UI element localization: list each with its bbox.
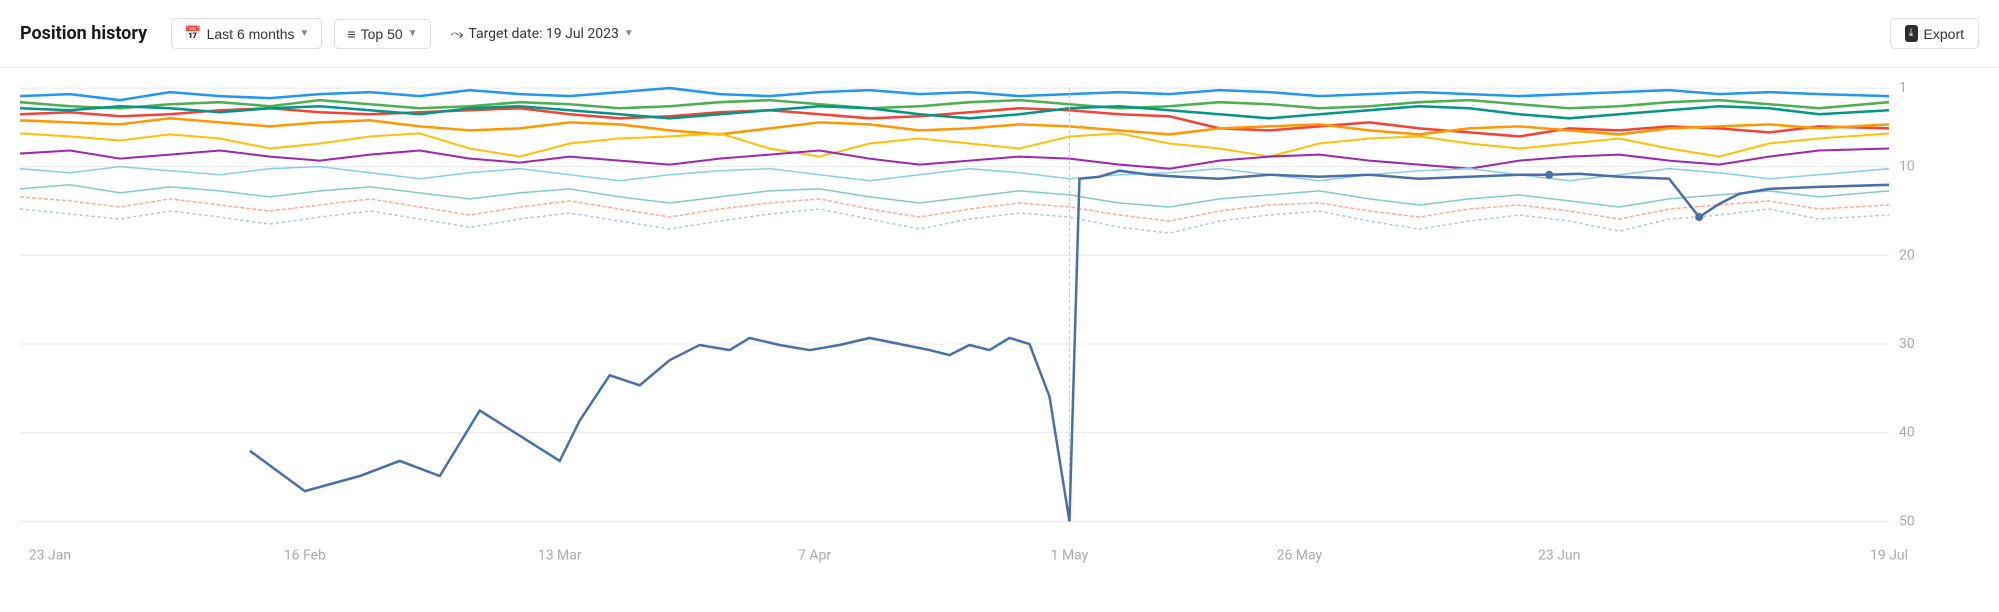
target-date-button[interactable]: ⤳ Target date: 19 Jul 2023 ▼ xyxy=(443,18,642,50)
svg-text:23 Jun: 23 Jun xyxy=(1538,548,1580,564)
top-chevron-icon: ▼ xyxy=(408,28,418,39)
period-chevron-icon: ▼ xyxy=(300,28,310,39)
svg-text:19 Jul: 19 Jul xyxy=(1870,548,1908,564)
svg-text:7 Apr: 7 Apr xyxy=(798,548,831,564)
page-title: Position history xyxy=(20,23,147,44)
svg-text:20: 20 xyxy=(1899,247,1915,263)
export-icon: ⤓ xyxy=(1905,25,1918,42)
period-label: Last 6 months xyxy=(207,26,295,42)
top-filter-button[interactable]: ≡ Top 50 ▼ xyxy=(334,19,430,49)
chart-area: 1 10 20 30 40 50 23 Jan 16 Feb 13 Mar 7 … xyxy=(0,68,1999,612)
svg-text:10: 10 xyxy=(1899,159,1915,175)
svg-text:50: 50 xyxy=(1899,513,1915,529)
export-label: Export xyxy=(1924,26,1964,42)
target-label: Target date: 19 Jul 2023 xyxy=(468,26,619,42)
top-icon: ≡ xyxy=(347,26,355,42)
svg-text:1: 1 xyxy=(1899,80,1907,96)
target-chevron-icon: ▼ xyxy=(624,28,634,39)
position-history-chart: 1 10 20 30 40 50 23 Jan 16 Feb 13 Mar 7 … xyxy=(20,78,1939,572)
main-container: Position history 📅 Last 6 months ▼ ≡ Top… xyxy=(0,0,1999,599)
svg-text:40: 40 xyxy=(1899,425,1915,441)
svg-text:1 May: 1 May xyxy=(1051,548,1089,564)
top-label: Top 50 xyxy=(361,26,403,42)
export-button[interactable]: ⤓ Export xyxy=(1890,18,1979,49)
trend-icon: ⤳ xyxy=(451,24,464,44)
svg-text:30: 30 xyxy=(1899,336,1915,352)
svg-text:23 Jan: 23 Jan xyxy=(29,548,71,564)
svg-text:16 Feb: 16 Feb xyxy=(284,548,326,564)
calendar-icon: 📅 xyxy=(184,25,201,42)
toolbar: Position history 📅 Last 6 months ▼ ≡ Top… xyxy=(0,0,1999,68)
svg-text:13 Mar: 13 Mar xyxy=(538,548,582,564)
period-filter-button[interactable]: 📅 Last 6 months ▼ xyxy=(171,18,322,49)
svg-text:26 May: 26 May xyxy=(1277,548,1323,564)
